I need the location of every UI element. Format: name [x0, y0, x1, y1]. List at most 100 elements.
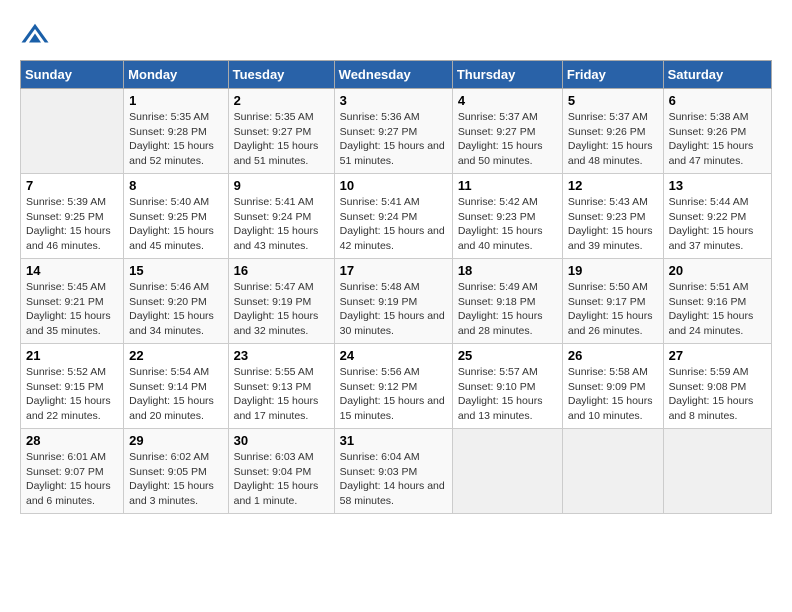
day-number: 4	[458, 93, 557, 108]
header-friday: Friday	[562, 61, 663, 89]
header-tuesday: Tuesday	[228, 61, 334, 89]
calendar-cell: 31 Sunrise: 6:04 AMSunset: 9:03 PMDayligh…	[334, 429, 452, 514]
sunset-text: Sunset: 9:19 PM	[234, 296, 312, 308]
sunrise-text: Sunrise: 5:35 AM	[129, 111, 209, 123]
calendar-cell: 21Sunrise: 5:52 AMSunset: 9:15 PMDayligh…	[21, 344, 124, 429]
sunrise-text: Sunrise: 5:40 AM	[129, 196, 209, 208]
calendar-cell: 23Sunrise: 5:55 AMSunset: 9:13 PMDayligh…	[228, 344, 334, 429]
header-wednesday: Wednesday	[334, 61, 452, 89]
daylight-text: Daylight: 15 hours and 51 minutes.	[234, 140, 319, 167]
daylight-text: Daylight: 15 hours and 39 minutes.	[568, 225, 653, 252]
calendar-cell: 7Sunrise: 5:39 AMSunset: 9:25 PMDaylight…	[21, 174, 124, 259]
calendar-cell: 20 Sunrise: 5:51 AMSunset: 9:16 PMDayligh…	[663, 259, 771, 344]
daylight-text: Daylight: 15 hours and 26 minutes.	[568, 310, 653, 337]
day-number: 31	[340, 433, 447, 448]
day-info: Sunrise: 5:54 AMSunset: 9:14 PMDaylight:…	[129, 365, 222, 424]
sunrise-text: Sunrise: 5:48 AM	[340, 281, 420, 293]
sunset-text: Sunset: 9:13 PM	[234, 381, 312, 393]
sunrise-text: Sunrise: 5:59 AM	[669, 366, 749, 378]
day-number: 24	[340, 348, 447, 363]
daylight-text: Daylight: 15 hours and 51 minutes.	[340, 140, 445, 167]
day-info: Sunrise: 5:47 AMSunset: 9:19 PMDaylight:…	[234, 280, 329, 339]
calendar-cell: 8Sunrise: 5:40 AMSunset: 9:25 PMDaylight…	[124, 174, 228, 259]
sunset-text: Sunset: 9:24 PM	[234, 211, 312, 223]
calendar-cell: 30 Sunrise: 6:03 AMSunset: 9:04 PMDayligh…	[228, 429, 334, 514]
week-row-1: 1Sunrise: 5:35 AMSunset: 9:28 PMDaylight…	[21, 89, 772, 174]
day-number: 29	[129, 433, 222, 448]
daylight-text: Daylight: 15 hours and 37 minutes.	[669, 225, 754, 252]
sunset-text: Sunset: 9:03 PM	[340, 466, 418, 478]
sunset-text: Sunset: 9:17 PM	[568, 296, 646, 308]
day-info: Sunrise: 5:42 AMSunset: 9:23 PMDaylight:…	[458, 195, 557, 254]
day-number: 16	[234, 263, 329, 278]
daylight-text: Daylight: 15 hours and 22 minutes.	[26, 395, 111, 422]
sunrise-text: Sunrise: 5:47 AM	[234, 281, 314, 293]
calendar-cell: 11 Sunrise: 5:42 AMSunset: 9:23 PMDayligh…	[452, 174, 562, 259]
calendar-cell: 14 Sunrise: 5:45 AM Sunset: 9:21 PM Dayligh…	[21, 259, 124, 344]
day-info: Sunrise: 5:50 AMSunset: 9:17 PMDaylight:…	[568, 280, 658, 339]
daylight-text: Daylight: 15 hours and 20 minutes.	[129, 395, 214, 422]
sunrise-text: Sunrise: 5:58 AM	[568, 366, 648, 378]
day-info: Sunrise: 5:37 AMSunset: 9:26 PMDaylight:…	[568, 110, 658, 169]
day-info: Sunrise: 5:44 AMSunset: 9:22 PMDaylight:…	[669, 195, 766, 254]
sunset-text: Sunset: 9:26 PM	[568, 126, 646, 138]
day-info: Sunrise: 5:51 AMSunset: 9:16 PMDaylight:…	[669, 280, 766, 339]
calendar-cell: 26Sunrise: 5:58 AMSunset: 9:09 PMDayligh…	[562, 344, 663, 429]
sunrise-text: Sunrise: 5:54 AM	[129, 366, 209, 378]
day-info: Sunrise: 5:35 AMSunset: 9:28 PMDaylight:…	[129, 110, 222, 169]
sunrise-text: Sunrise: 5:44 AM	[669, 196, 749, 208]
sunrise-text: Sunrise: 5:38 AM	[669, 111, 749, 123]
day-number: 14	[26, 263, 118, 278]
daylight-text: Daylight: 15 hours and 30 minutes.	[340, 310, 445, 337]
sunset-text: Sunset: 9:18 PM	[458, 296, 536, 308]
sunset-text: Sunset: 9:23 PM	[568, 211, 646, 223]
week-row-2: 7Sunrise: 5:39 AMSunset: 9:25 PMDaylight…	[21, 174, 772, 259]
day-info: Sunrise: 5:46 AMSunset: 9:20 PMDaylight:…	[129, 280, 222, 339]
calendar-cell: 18 Sunrise: 5:49 AMSunset: 9:18 PMDayligh…	[452, 259, 562, 344]
sunrise-text: Sunrise: 5:43 AM	[568, 196, 648, 208]
day-info: Sunrise: 5:36 AM Sunset: 9:27 PM Daylight:…	[340, 110, 447, 169]
day-info: Sunrise: 5:41 AMSunset: 9:24 PMDaylight:…	[340, 195, 447, 254]
daylight-text: Daylight: 15 hours and 35 minutes.	[26, 310, 111, 337]
calendar-cell: 13Sunrise: 5:44 AMSunset: 9:22 PMDayligh…	[663, 174, 771, 259]
calendar-cell	[562, 429, 663, 514]
daylight-text: Daylight: 15 hours and 47 minutes.	[669, 140, 754, 167]
daylight-text: Daylight: 15 hours and 34 minutes.	[129, 310, 214, 337]
day-number: 8	[129, 178, 222, 193]
day-number: 20	[669, 263, 766, 278]
day-number: 11	[458, 178, 557, 193]
sunrise-text: Sunrise: 5:41 AM	[234, 196, 314, 208]
day-number: 25	[458, 348, 557, 363]
sunset-text: Sunset: 9:27 PM	[340, 126, 418, 138]
sunrise-text: Sunrise: 6:01 AM	[26, 451, 106, 463]
day-info: Sunrise: 5:49 AMSunset: 9:18 PMDaylight:…	[458, 280, 557, 339]
daylight-text: Daylight: 14 hours and 58 minutes.	[340, 480, 445, 507]
calendar-cell: 10Sunrise: 5:41 AMSunset: 9:24 PMDayligh…	[334, 174, 452, 259]
day-info: Sunrise: 5:39 AMSunset: 9:25 PMDaylight:…	[26, 195, 118, 254]
day-number: 18	[458, 263, 557, 278]
sunset-text: Sunset: 9:25 PM	[129, 211, 207, 223]
calendar-cell: 15Sunrise: 5:46 AMSunset: 9:20 PMDayligh…	[124, 259, 228, 344]
day-number: 23	[234, 348, 329, 363]
sunset-text: Sunset: 9:21 PM	[26, 296, 104, 308]
day-number: 30	[234, 433, 329, 448]
header-sunday: Sunday	[21, 61, 124, 89]
sunrise-text: Sunrise: 5:56 AM	[340, 366, 420, 378]
calendar-cell: 1Sunrise: 5:35 AMSunset: 9:28 PMDaylight…	[124, 89, 228, 174]
sunrise-text: Sunrise: 5:36 AM	[340, 111, 420, 123]
day-info: Sunrise: 6:04 AMSunset: 9:03 PMDaylight:…	[340, 450, 447, 509]
sunrise-text: Sunrise: 5:45 AM	[26, 281, 106, 293]
day-info: Sunrise: 5:45 AM Sunset: 9:21 PM Daylight:…	[26, 280, 118, 339]
daylight-text: Daylight: 15 hours and 6 minutes.	[26, 480, 111, 507]
day-number: 28	[26, 433, 118, 448]
logo	[20, 20, 54, 50]
calendar-cell: 28Sunrise: 6:01 AMSunset: 9:07 PMDayligh…	[21, 429, 124, 514]
day-info: Sunrise: 6:03 AMSunset: 9:04 PMDaylight:…	[234, 450, 329, 509]
calendar-cell: 3Sunrise: 5:36 AMSunset: 9:27 PMDaylight…	[334, 89, 452, 174]
sunset-text: Sunset: 9:27 PM	[234, 126, 312, 138]
calendar-cell: 9Sunrise: 5:41 AMSunset: 9:24 PMDaylight…	[228, 174, 334, 259]
daylight-text: Daylight: 15 hours and 48 minutes.	[568, 140, 653, 167]
week-row-4: 21Sunrise: 5:52 AMSunset: 9:15 PMDayligh…	[21, 344, 772, 429]
daylight-text: Daylight: 15 hours and 1 minute.	[234, 480, 319, 507]
day-number: 22	[129, 348, 222, 363]
